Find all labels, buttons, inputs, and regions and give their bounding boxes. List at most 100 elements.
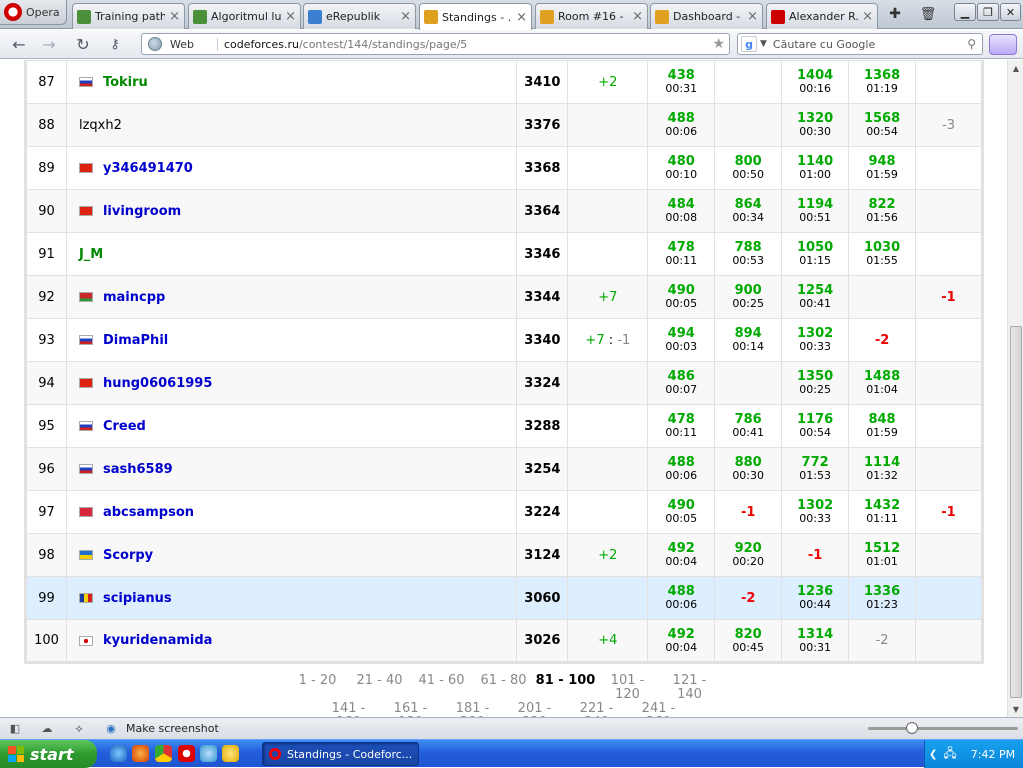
camera-icon[interactable]: ◉ (102, 722, 120, 736)
page-link[interactable]: 161 - 180 (380, 702, 442, 718)
tab-close-icon[interactable]: × (285, 9, 296, 24)
problem-cell[interactable]: 486 00:07 (647, 361, 716, 405)
tab-close-icon[interactable]: × (516, 10, 527, 25)
zoom-slider-knob[interactable] (906, 722, 918, 734)
reload-button[interactable]: ↻ (72, 34, 94, 54)
vertical-scrollbar[interactable]: ▲ ▼ (1007, 60, 1023, 717)
problem-cell[interactable]: -1 (915, 490, 983, 534)
problem-cell[interactable]: 1140 01:00 (781, 146, 850, 190)
problem-cell[interactable]: 1432 01:11 (848, 490, 917, 534)
page-link[interactable]: 21 - 40 (349, 674, 411, 702)
tab-4[interactable]: Standings - ... × (419, 3, 532, 30)
problem-cell[interactable]: 1302 00:33 (781, 318, 850, 362)
close-window-button[interactable]: ✕ (1000, 3, 1021, 21)
problem-cell[interactable]: 894 00:14 (714, 318, 783, 362)
problem-cell[interactable]: 822 01:56 (848, 189, 917, 233)
problem-cell[interactable]: 1030 01:55 (848, 232, 917, 276)
tab-close-icon[interactable]: × (747, 9, 758, 24)
tab-close-icon[interactable]: × (632, 9, 643, 24)
problem-cell[interactable] (915, 533, 983, 577)
restore-button[interactable]: ❐ (977, 3, 999, 21)
problem-cell[interactable]: 1488 01:04 (848, 361, 917, 405)
participant-handle-link[interactable]: livingroom (103, 204, 181, 219)
problem-cell[interactable] (714, 361, 783, 405)
page-link[interactable]: 101 - 120 (597, 674, 659, 702)
problem-cell[interactable]: 494 00:03 (647, 318, 716, 362)
zoom-slider[interactable] (868, 722, 1018, 734)
problem-cell[interactable]: -2 (848, 619, 917, 663)
participant-handle-link[interactable]: sash6589 (103, 462, 173, 477)
problem-cell[interactable]: 880 00:30 (714, 447, 783, 491)
participant-handle-link[interactable]: kyuridenamida (103, 633, 212, 648)
tab-close-icon[interactable]: × (169, 9, 180, 24)
problem-cell[interactable]: 478 00:11 (647, 232, 716, 276)
problem-cell[interactable]: 492 00:04 (647, 619, 716, 663)
problem-cell[interactable] (915, 189, 983, 233)
participant-handle-link[interactable]: hung06061995 (103, 376, 212, 391)
firefox-icon[interactable] (132, 745, 149, 762)
feather-icon[interactable] (989, 34, 1017, 55)
problem-cell[interactable]: 1314 00:31 (781, 619, 850, 663)
participant-handle-link[interactable]: Scorpy (103, 548, 153, 563)
tray-expand-icon[interactable]: ❮ (929, 749, 937, 760)
opera-quicklaunch-icon[interactable] (178, 745, 195, 762)
trash-icon[interactable]: 🗑 (917, 3, 939, 25)
problem-cell[interactable] (915, 232, 983, 276)
problem-cell[interactable]: 490 00:05 (647, 275, 716, 319)
tab-close-icon[interactable]: × (862, 9, 873, 24)
page-link[interactable]: 81 - 100 (535, 674, 597, 702)
cloud-icon[interactable]: ☁ (38, 722, 56, 736)
search-field[interactable]: g ▼ Căutare cu Google ⚲ (737, 33, 983, 55)
participant-handle-link[interactable]: Tokiru (103, 75, 148, 90)
tab-6[interactable]: Dashboard - ... × (650, 3, 763, 29)
page-link[interactable]: 41 - 60 (411, 674, 473, 702)
problem-cell[interactable]: 1114 01:32 (848, 447, 917, 491)
problem-cell[interactable] (714, 60, 783, 104)
problem-cell[interactable] (915, 318, 983, 362)
scrollbar-thumb[interactable] (1010, 326, 1022, 698)
problem-cell[interactable]: 438 00:31 (647, 60, 716, 104)
problem-cell[interactable]: -1 (714, 490, 783, 534)
problem-cell[interactable]: 900 00:25 (714, 275, 783, 319)
problem-cell[interactable]: -3 (915, 103, 983, 147)
key-icon[interactable]: ⚷ (104, 34, 126, 54)
problem-cell[interactable]: 820 00:45 (714, 619, 783, 663)
problem-cell[interactable]: 1350 00:25 (781, 361, 850, 405)
page-link[interactable]: 1 - 20 (287, 674, 349, 702)
page-link[interactable]: 121 - 140 (659, 674, 721, 702)
problem-cell[interactable]: -2 (714, 576, 783, 620)
problem-cell[interactable] (714, 103, 783, 147)
share-icon[interactable]: ⟡ (70, 722, 88, 736)
tab-1[interactable]: Training path × (72, 3, 185, 29)
problem-cell[interactable]: 800 00:50 (714, 146, 783, 190)
url-text[interactable]: codeforces.ru/contest/144/standings/page… (224, 38, 467, 51)
chevron-down-icon[interactable]: ▼ (760, 39, 767, 49)
back-button[interactable]: ← (8, 34, 30, 54)
problem-cell[interactable] (915, 404, 983, 448)
participant-handle-link[interactable]: DimaPhil (103, 333, 168, 348)
tab-3[interactable]: eRepublik × (303, 3, 416, 29)
problem-cell[interactable] (915, 60, 983, 104)
problem-cell[interactable]: 1404 00:16 (781, 60, 850, 104)
internet-explorer-icon[interactable] (110, 745, 127, 762)
problem-cell[interactable]: 488 00:06 (647, 447, 716, 491)
problem-cell[interactable]: 864 00:34 (714, 189, 783, 233)
security-badge[interactable]: Web (170, 37, 218, 51)
minimize-button[interactable]: ▁ (954, 3, 976, 21)
problem-cell[interactable]: 788 00:53 (714, 232, 783, 276)
problem-cell[interactable]: 1176 00:54 (781, 404, 850, 448)
problem-cell[interactable] (848, 275, 917, 319)
problem-cell[interactable]: 848 01:59 (848, 404, 917, 448)
page-link[interactable]: 141 - 160 (318, 702, 380, 718)
problem-cell[interactable]: 786 00:41 (714, 404, 783, 448)
problem-cell[interactable]: 1194 00:51 (781, 189, 850, 233)
start-button[interactable]: start (0, 740, 97, 768)
page-link[interactable]: 61 - 80 (473, 674, 535, 702)
problem-cell[interactable]: 1368 01:19 (848, 60, 917, 104)
clock[interactable]: 7:42 PM (971, 748, 1015, 761)
page-link[interactable]: 221 - 240 (566, 702, 628, 718)
search-icon[interactable]: ⚲ (967, 37, 976, 51)
problem-cell[interactable]: -2 (848, 318, 917, 362)
participant-handle-link[interactable]: lzqxh2 (79, 118, 122, 133)
participant-handle-link[interactable]: abcsampson (103, 505, 194, 520)
